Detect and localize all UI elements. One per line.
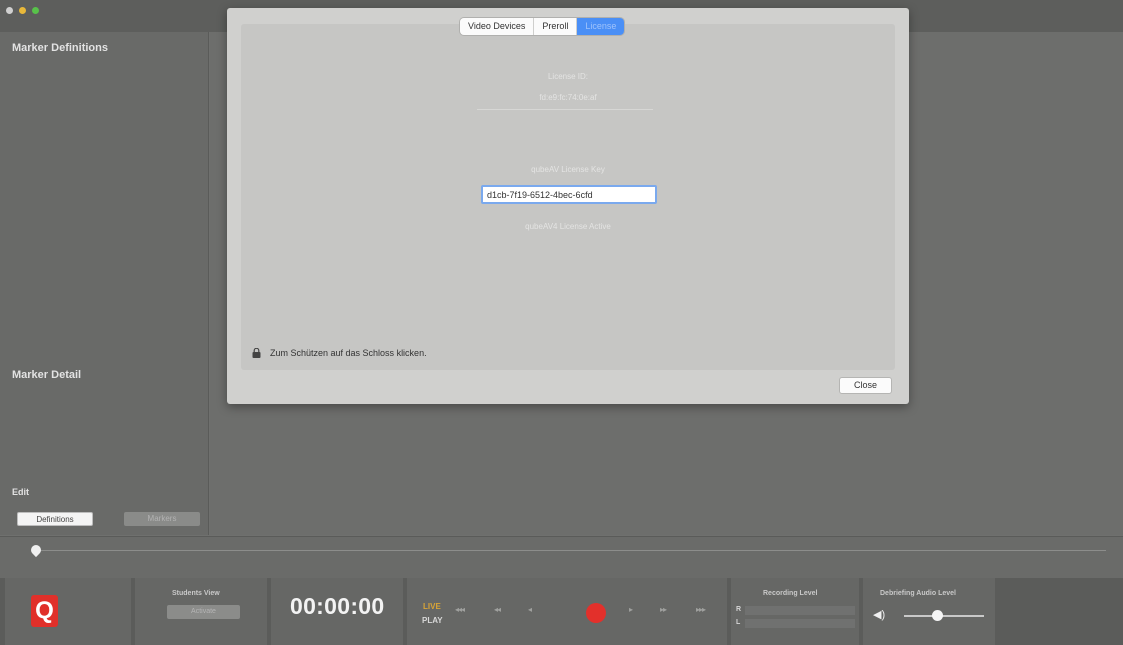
markers-button[interactable]: Markers: [124, 512, 200, 526]
license-id-underline: [477, 109, 653, 110]
forward-fast-button[interactable]: ▸▸▸: [696, 605, 706, 614]
channel-l-label: L: [736, 619, 741, 626]
close-button[interactable]: Close: [839, 377, 892, 394]
recording-meter-r: [745, 606, 855, 615]
lock-hint-text: Zum Schützen auf das Schloss klicken.: [270, 348, 427, 358]
speaker-icon: ◀): [873, 609, 886, 621]
debriefing-audio-label: Debriefing Audio Level: [880, 590, 956, 597]
marker-definitions-title: Marker Definitions: [12, 42, 108, 54]
license-key-label: qubeAV License Key: [531, 165, 605, 174]
q-logo: Q: [31, 595, 58, 627]
preferences-tabs: Video Devices Preroll License: [460, 18, 625, 35]
debriefing-audio-slider[interactable]: [904, 615, 984, 617]
sidebar: Marker Definitions Marker Detail Edit De…: [0, 32, 209, 535]
recording-level-label: Recording Level: [763, 590, 818, 597]
channel-r-label: R: [736, 606, 742, 613]
lock-icon[interactable]: [252, 348, 261, 358]
license-id-value: fd:e9:fc:74:0e:af: [539, 93, 597, 102]
control-bar: Q Students View Activate 00:00:00 LIVE P…: [0, 578, 1123, 645]
timecode-display: 00:00:00: [290, 593, 385, 619]
play-button[interactable]: PLAY: [422, 616, 443, 625]
live-button[interactable]: LIVE: [423, 602, 441, 611]
activate-button[interactable]: Activate: [167, 605, 240, 619]
step-back-button[interactable]: ◂: [528, 605, 532, 614]
forward-button[interactable]: ▸▸: [660, 605, 667, 614]
timeline[interactable]: [0, 536, 1123, 578]
license-id-label: License ID:: [547, 72, 589, 81]
tab-preroll[interactable]: Preroll: [534, 18, 578, 35]
debriefing-audio-slider-knob[interactable]: [932, 610, 943, 621]
definitions-button[interactable]: Definitions: [17, 512, 93, 526]
license-key-input[interactable]: [481, 185, 657, 204]
tab-license[interactable]: License: [577, 18, 625, 35]
preferences-sheet: Video Devices Preroll License License ID…: [227, 8, 909, 404]
window-maximize-button[interactable]: [32, 7, 39, 14]
rewind-button[interactable]: ◂◂: [494, 605, 501, 614]
playhead-icon[interactable]: [28, 542, 44, 558]
rewind-fast-button[interactable]: ◂◂◂: [455, 605, 465, 614]
window-minimize-button[interactable]: [19, 7, 26, 14]
record-icon[interactable]: [586, 603, 606, 623]
students-view-label: Students View: [172, 590, 220, 597]
tab-video-devices[interactable]: Video Devices: [460, 18, 535, 35]
timeline-track[interactable]: [36, 550, 1106, 551]
edit-title: Edit: [12, 487, 29, 497]
window-close-button[interactable]: [6, 7, 13, 14]
license-status-text: qubeAV4 License Active: [525, 222, 611, 231]
step-forward-button[interactable]: ▸: [629, 605, 633, 614]
recording-meter-l: [745, 619, 855, 628]
logo-panel: [5, 578, 131, 645]
marker-detail-title: Marker Detail: [12, 369, 82, 381]
